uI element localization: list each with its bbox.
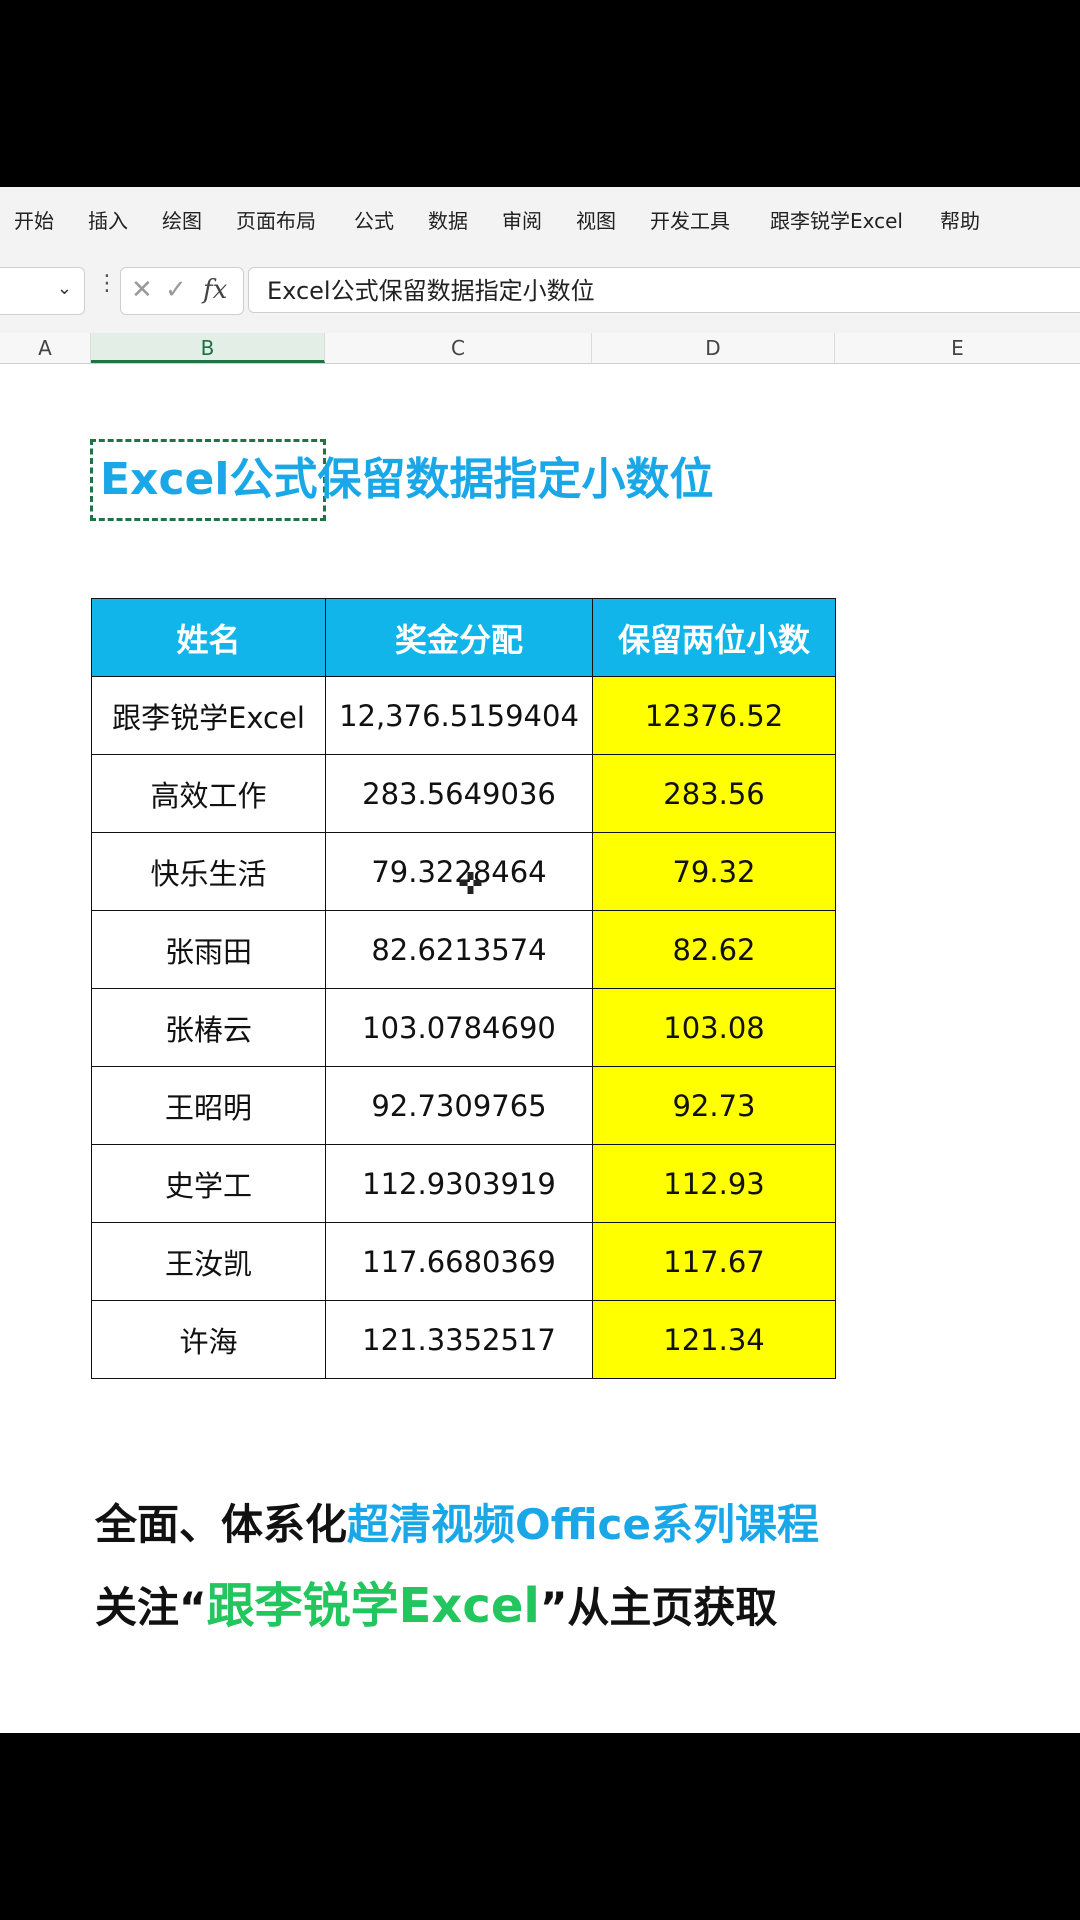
- cell-rounded[interactable]: 79.32: [592, 832, 836, 911]
- cell-rounded[interactable]: 112.93: [592, 1144, 836, 1223]
- formula-input[interactable]: Excel公式保留数据指定小数位: [248, 267, 1080, 313]
- cell-name[interactable]: 跟李锐学Excel: [91, 676, 326, 755]
- phone-screen: 开始 插入 绘图 页面布局 公式 数据 审阅 视图 开发工具 跟李锐学Excel…: [0, 0, 1080, 1920]
- table-row: 史学工 112.9303919 112.93: [91, 1144, 836, 1223]
- cell-rounded[interactable]: 103.08: [592, 988, 836, 1067]
- table-row: 跟李锐学Excel 12,376.5159404 12376.52: [91, 676, 836, 755]
- column-headers: A B C D E: [0, 333, 1080, 364]
- promo-line-1: 全面、体系化超清视频Office系列课程: [95, 1495, 819, 1555]
- column-header-b[interactable]: B: [91, 333, 325, 363]
- cell-bonus[interactable]: 82.6213574: [325, 910, 593, 989]
- cell-name[interactable]: 史学工: [91, 1144, 326, 1223]
- cell-cursor-icon: ✜: [458, 867, 484, 902]
- cell-bonus[interactable]: 12,376.5159404: [325, 676, 593, 755]
- formula-controls: ✕ ✓ fx: [120, 267, 244, 315]
- formula-bar: ⌄ ⋮ ✕ ✓ fx Excel公式保留数据指定小数位: [0, 255, 1080, 334]
- cell-rounded[interactable]: 117.67: [592, 1222, 836, 1301]
- tab-data[interactable]: 数据: [428, 187, 468, 255]
- cell-bonus[interactable]: 121.3352517: [325, 1300, 593, 1379]
- cell-name[interactable]: 张椿云: [91, 988, 326, 1067]
- tab-formulas[interactable]: 公式: [354, 187, 394, 255]
- cell-name[interactable]: 快乐生活: [91, 832, 326, 911]
- table-row: 王汝凯 117.6680369 117.67: [91, 1222, 836, 1301]
- table-row: 张雨田 82.6213574 82.62: [91, 910, 836, 989]
- table-row: 王昭明 92.7309765 92.73: [91, 1066, 836, 1145]
- table-header-row: 姓名 奖金分配 保留两位小数: [91, 598, 836, 677]
- cell-name[interactable]: 高效工作: [91, 754, 326, 833]
- column-header-c[interactable]: C: [325, 333, 592, 363]
- table-row: 许海 121.3352517 121.34: [91, 1300, 836, 1379]
- column-header-e[interactable]: E: [835, 333, 1080, 363]
- chevron-down-icon[interactable]: ⌄: [57, 278, 72, 299]
- tab-review[interactable]: 审阅: [502, 187, 542, 255]
- column-header-d[interactable]: D: [592, 333, 835, 363]
- header-name[interactable]: 姓名: [91, 598, 326, 677]
- cell-bonus[interactable]: 283.5649036: [325, 754, 593, 833]
- sheet-title[interactable]: Excel公式保留数据指定小数位: [100, 443, 713, 517]
- table-row: 高效工作 283.5649036 283.56: [91, 754, 836, 833]
- cancel-icon[interactable]: ✕: [131, 274, 153, 306]
- header-rounded[interactable]: 保留两位小数: [592, 598, 836, 677]
- cell-bonus[interactable]: 103.0784690: [325, 988, 593, 1067]
- name-box[interactable]: ⌄: [0, 267, 85, 315]
- cell-rounded[interactable]: 82.62: [592, 910, 836, 989]
- tab-custom-excel[interactable]: 跟李锐学Excel: [770, 187, 903, 255]
- more-options-icon[interactable]: ⋮: [96, 271, 118, 296]
- ribbon-tab-bar: 开始 插入 绘图 页面布局 公式 数据 审阅 视图 开发工具 跟李锐学Excel…: [0, 187, 1080, 256]
- promo-line-2-highlight: 跟李锐学Excel: [206, 1578, 540, 1634]
- tab-draw[interactable]: 绘图: [162, 187, 202, 255]
- promo-line-2-prefix: 关注“: [95, 1583, 207, 1632]
- promo-line-2: 关注“跟李锐学Excel”从主页获取: [95, 1576, 777, 1638]
- cell-rounded[interactable]: 121.34: [592, 1300, 836, 1379]
- promo-line-1-prefix: 全面、体系化: [95, 1500, 348, 1549]
- cell-rounded[interactable]: 283.56: [592, 754, 836, 833]
- confirm-icon[interactable]: ✓: [165, 274, 187, 306]
- tab-home[interactable]: 开始: [14, 187, 54, 255]
- header-bonus[interactable]: 奖金分配: [325, 598, 593, 677]
- tab-insert[interactable]: 插入: [88, 187, 128, 255]
- promo-line-1-highlight: 超清视频Office系列课程: [347, 1500, 819, 1549]
- insert-function-icon[interactable]: fx: [203, 274, 227, 306]
- cell-bonus[interactable]: 112.9303919: [325, 1144, 593, 1223]
- cell-name[interactable]: 王汝凯: [91, 1222, 326, 1301]
- tab-view[interactable]: 视图: [576, 187, 616, 255]
- cell-name[interactable]: 张雨田: [91, 910, 326, 989]
- table-row: 张椿云 103.0784690 103.08: [91, 988, 836, 1067]
- cell-rounded[interactable]: 12376.52: [592, 676, 836, 755]
- data-table: 姓名 奖金分配 保留两位小数 跟李锐学Excel 12,376.5159404 …: [91, 598, 836, 1379]
- excel-window: 开始 插入 绘图 页面布局 公式 数据 审阅 视图 开发工具 跟李锐学Excel…: [0, 187, 1080, 1733]
- cell-rounded[interactable]: 92.73: [592, 1066, 836, 1145]
- cell-name[interactable]: 王昭明: [91, 1066, 326, 1145]
- tab-help[interactable]: 帮助: [940, 187, 980, 255]
- tab-page-layout[interactable]: 页面布局: [236, 187, 316, 255]
- cell-name[interactable]: 许海: [91, 1300, 326, 1379]
- cell-bonus[interactable]: 92.7309765: [325, 1066, 593, 1145]
- tab-developer[interactable]: 开发工具: [650, 187, 730, 255]
- promo-line-2-suffix: ”从主页获取: [539, 1583, 778, 1632]
- cell-bonus[interactable]: 117.6680369: [325, 1222, 593, 1301]
- column-header-a[interactable]: A: [0, 333, 91, 363]
